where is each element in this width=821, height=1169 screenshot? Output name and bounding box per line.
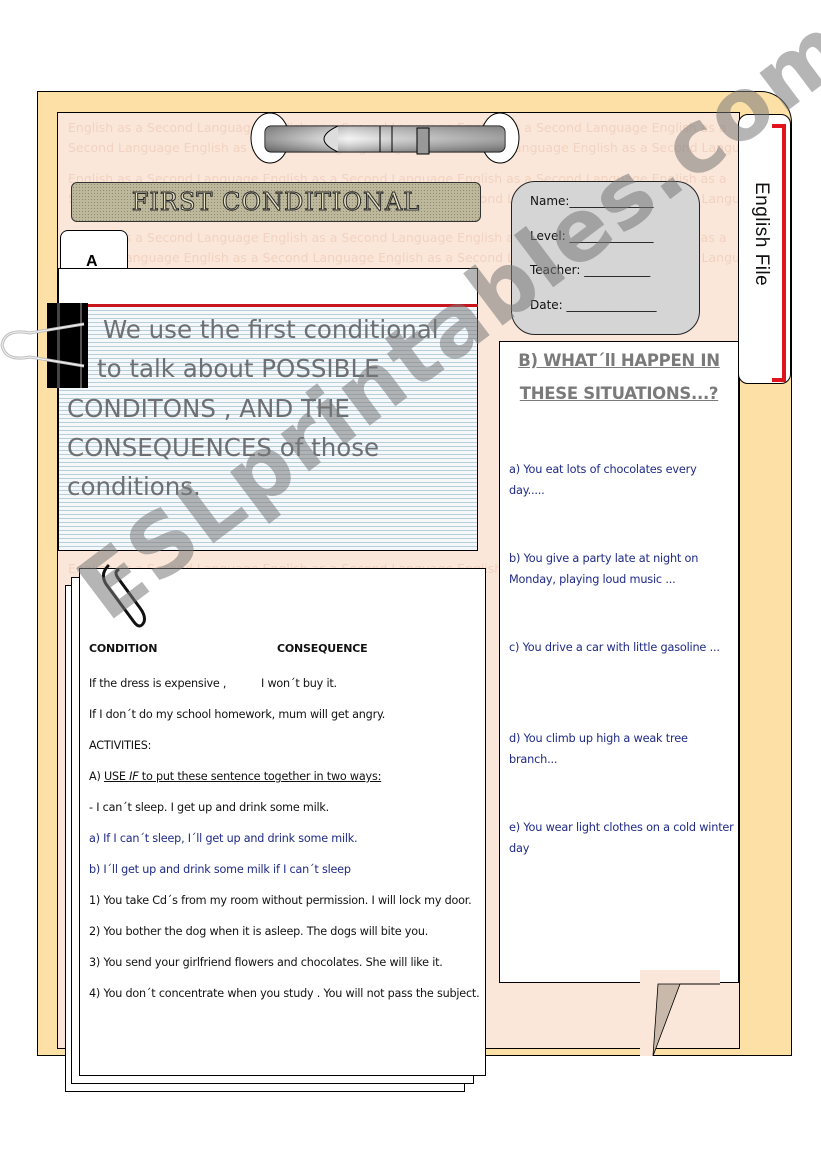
situation-item: c) You drive a car with little gasoline … (509, 641, 720, 654)
example-consequence: I won´t buy it. (261, 677, 337, 690)
exercise-item: 4) You don´t concentrate when you study … (89, 987, 480, 1000)
teacher-field[interactable]: Teacher: ___________ (530, 263, 699, 298)
margin-red-line (88, 304, 478, 307)
exercise-item: 2) You bother the dog when it is asleep.… (89, 925, 429, 938)
example-row: If the dress is expensive , I won´t buy … (89, 675, 484, 692)
instruction-use: USE (103, 770, 130, 783)
binder-clip-top-icon (250, 112, 520, 164)
level-field[interactable]: Level: ______________ (530, 229, 699, 264)
consequence-header: CONSEQUENCE (277, 642, 368, 655)
model-sentence: - I can´t sleep. I get up and drink some… (89, 801, 330, 814)
exercise-item: 1) You take Cd´s from my room without pe… (89, 894, 472, 907)
instruction-text: USE IF to put these sentence together in… (104, 770, 381, 783)
condition-header: CONDITION (89, 642, 158, 655)
example-condition: If the dress is expensive , (89, 677, 227, 690)
situation-item: e) You wear light clothes on a cold wint… (509, 821, 734, 855)
intro-explanation: We use the first conditional to talk abo… (67, 310, 477, 506)
grammar-sheet: CONDITION CONSEQUENCE If the dress is ex… (89, 642, 484, 1016)
column-headers: CONDITION CONSEQUENCE (89, 642, 484, 675)
model-answer-a: a) If I can´t sleep, I´ll get up and dri… (89, 832, 358, 845)
situations-title: B) WHAT´ll HAPPEN IN THESE SITUATIONS...… (518, 351, 720, 403)
situation-item: a) You eat lots of chocolates every day.… (509, 463, 697, 497)
exercise-item: 3) You send your girlfriend flowers and … (89, 956, 443, 969)
situation-item: b) You give a party late at night on Mon… (509, 552, 699, 586)
intro-line: CONSEQUENCES of those (67, 432, 380, 462)
situation-item: d) You climb up high a weak tree branch.… (509, 732, 688, 766)
model-answer-b: b) I´ll get up and drink some milk if I … (89, 863, 351, 876)
student-info-card: Name:______________ Level: _____________… (511, 181, 700, 335)
instruction-prefix: A) (89, 770, 104, 783)
page-title: First Conditional (131, 188, 421, 217)
intro-line: to talk about POSSIBLE (97, 354, 380, 384)
intro-line: We use the first conditional (103, 315, 439, 344)
instruction-rest: to put these sentence together in two wa… (138, 770, 382, 783)
date-field[interactable]: Date: _______________ (530, 298, 699, 333)
name-field[interactable]: Name:______________ (530, 194, 699, 229)
situations-panel (499, 341, 739, 983)
title-banner: First Conditional (71, 182, 481, 222)
red-bracket (772, 124, 786, 382)
binder-clip-icon (0, 303, 88, 388)
file-tab-label: English File (751, 182, 772, 287)
intro-line: CONDITONS , AND THE (67, 393, 350, 423)
activity-instruction: A) USE IF to put these sentence together… (89, 768, 484, 785)
activities-label: ACTIVITIES: (89, 739, 152, 752)
intro-line: conditions. (67, 472, 201, 502)
paperclip-icon (101, 564, 146, 628)
page-curl-icon (640, 970, 720, 1056)
section-a-label: A (86, 253, 98, 270)
example-row: If I don´t do my school homework, mum wi… (89, 708, 386, 721)
